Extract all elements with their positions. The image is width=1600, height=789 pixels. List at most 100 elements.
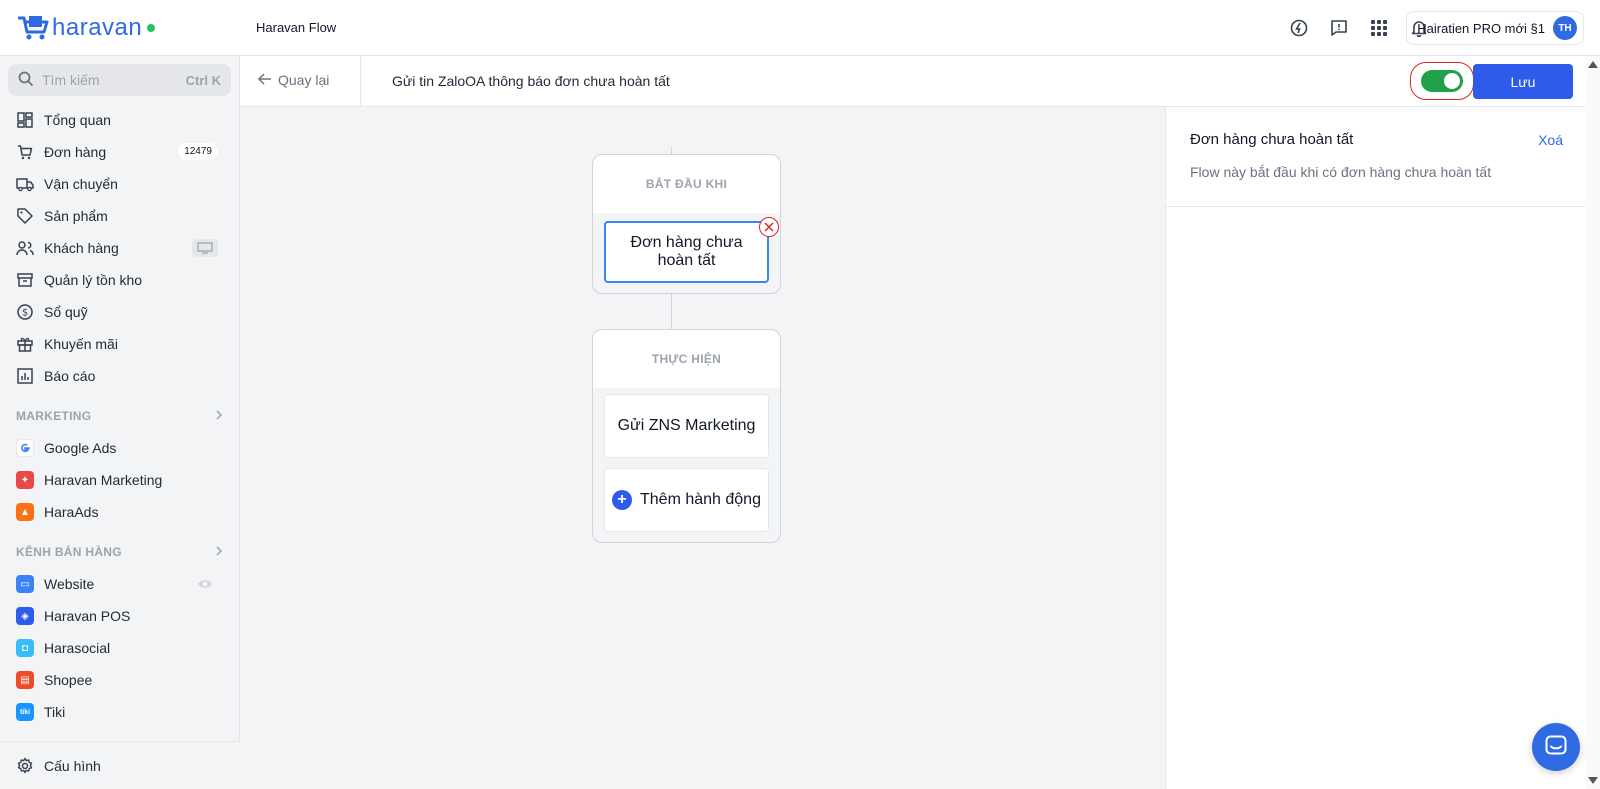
sidebar-item-label: Website — [44, 576, 95, 592]
sidebar-item-website[interactable]: ▭ Website — [0, 568, 240, 600]
shopee-icon: ▤ — [16, 671, 34, 689]
search-placeholder: Tìm kiếm — [42, 72, 100, 88]
header-divider — [360, 56, 361, 107]
sidebar-item-label: Báo cáo — [44, 368, 96, 384]
delete-link[interactable]: Xoá — [1538, 132, 1563, 148]
remove-trigger-close-icon[interactable] — [759, 217, 779, 237]
sidebar-item-label: Shopee — [44, 672, 93, 688]
feedback-icon[interactable] — [1328, 14, 1350, 42]
flow-header: Quay lại Gửi tin ZaloOA thông báo đơn ch… — [240, 56, 1585, 107]
action-card-header: THỰC HIỆN — [593, 330, 780, 388]
cart-icon — [16, 143, 34, 161]
sidebar-item-harasocial[interactable]: ◘ Harasocial — [0, 632, 240, 664]
app-name: Haravan Flow — [256, 20, 337, 35]
trigger-detail-panel: Đơn hàng chưa hoàn tất Xoá Flow này bắt … — [1165, 107, 1585, 789]
plus-icon: + — [612, 490, 632, 510]
haravan-marketing-icon: ✦ — [16, 471, 34, 489]
sidebar-item-label: Quản lý tồn kho — [44, 272, 143, 288]
sidebar-item-cau-hinh[interactable]: Cấu hình — [0, 741, 240, 789]
sidebar-item-label: Haravan POS — [44, 608, 131, 624]
truck-icon — [16, 175, 34, 193]
trigger-card: BẮT ĐẦU KHI Đơn hàng chưa hoàn tất — [592, 154, 781, 294]
trigger-card-header: BẮT ĐẦU KHI — [593, 155, 780, 213]
sidebar: Tìm kiếm Ctrl K Tổng quan Đơn hàng 12479… — [0, 56, 240, 789]
haravan-cart-icon — [16, 14, 50, 42]
google-icon — [16, 439, 34, 457]
dashboard-icon — [16, 111, 34, 129]
sidebar-item-google-ads[interactable]: Google Ads — [0, 432, 240, 464]
save-button[interactable]: Lưu — [1473, 64, 1573, 99]
chevron-right-icon — [214, 409, 224, 423]
toggle-highlight — [1410, 62, 1474, 100]
connector-trigger-action — [671, 294, 672, 330]
sidebar-item-quan-ly-ton-kho[interactable]: Quản lý tồn kho — [0, 264, 240, 296]
trigger-node[interactable]: Đơn hàng chưa hoàn tất — [604, 217, 779, 283]
marketing-section-header[interactable]: MARKETING — [0, 400, 240, 432]
sidebar-item-haravan-marketing[interactable]: ✦ Haravan Marketing — [0, 464, 240, 496]
panel-header: Đơn hàng chưa hoàn tất Xoá Flow này bắt … — [1166, 107, 1585, 207]
scroll-down-icon[interactable] — [1588, 777, 1598, 784]
sidebar-item-so-quy[interactable]: $ Sổ quỹ — [0, 296, 240, 328]
page-scrollbar[interactable] — [1585, 56, 1600, 789]
sidebar-item-shopee[interactable]: ▤ Shopee — [0, 664, 240, 696]
search-input[interactable]: Tìm kiếm Ctrl K — [8, 64, 231, 96]
sales-channels-section-header[interactable]: KÊNH BÁN HÀNG — [0, 536, 240, 568]
back-button[interactable]: Quay lại — [257, 72, 329, 88]
sidebar-item-don-hang[interactable]: Đơn hàng 12479 — [0, 136, 240, 168]
sidebar-item-label: Tổng quan — [44, 112, 111, 128]
sidebar-item-bao-cao[interactable]: Báo cáo — [0, 360, 240, 392]
tag-icon — [16, 207, 34, 225]
flow-active-toggle[interactable] — [1421, 70, 1463, 92]
panel-description: Flow này bắt đầu khi có đơn hàng chưa ho… — [1190, 164, 1492, 180]
trigger-node-label: Đơn hàng chưa hoàn tất — [630, 234, 743, 269]
haraads-icon: ▲ — [16, 503, 34, 521]
apps-grid-icon[interactable] — [1368, 14, 1390, 42]
users-icon — [16, 239, 34, 257]
search-shortcut: Ctrl K — [185, 72, 221, 88]
action-node-zns[interactable]: Gửi ZNS Marketing — [604, 394, 769, 458]
support-icon[interactable] — [1288, 14, 1310, 42]
sidebar-item-tiki[interactable]: tiki Tiki — [0, 696, 240, 728]
customer-screen-icon[interactable] — [192, 239, 218, 257]
action-card: THỰC HIỆN Gửi ZNS Marketing + Thêm hành … — [592, 329, 781, 543]
sidebar-item-haraads[interactable]: ▲ HaraAds — [0, 496, 240, 528]
sidebar-nav: Tổng quan Đơn hàng 12479 Vận chuyển Sản … — [0, 104, 240, 728]
sidebar-item-label: Khách hàng — [44, 240, 119, 256]
flow-canvas: BẮT ĐẦU KHI Đơn hàng chưa hoàn tất THỰC … — [240, 107, 1165, 789]
chat-support-button[interactable] — [1532, 723, 1580, 771]
chat-icon — [1545, 735, 1567, 760]
account-menu[interactable]: Hairatien PRO mới §1 TH — [1406, 11, 1584, 45]
flow-title: Gửi tin ZaloOA thông báo đơn chưa hoàn t… — [392, 73, 670, 89]
eye-icon[interactable] — [192, 575, 218, 593]
sidebar-item-khuyen-mai[interactable]: Khuyến mãi — [0, 328, 240, 360]
sidebar-item-khach-hang[interactable]: Khách hàng — [0, 232, 240, 264]
svg-text:$: $ — [22, 308, 28, 319]
sidebar-item-label: Đơn hàng — [44, 144, 107, 160]
chevron-right-icon — [214, 545, 224, 559]
sidebar-item-label: Vận chuyển — [44, 176, 118, 192]
sidebar-item-label: Tiki — [44, 704, 66, 720]
sidebar-item-van-chuyen[interactable]: Vận chuyển — [0, 168, 240, 200]
sidebar-item-label: Harasocial — [44, 640, 111, 656]
scroll-up-icon[interactable] — [1588, 61, 1598, 68]
action-node-label: Gửi ZNS Marketing — [617, 417, 756, 434]
order-count-badge: 12479 — [178, 143, 218, 160]
search-icon — [18, 71, 34, 90]
sidebar-item-tong-quan[interactable]: Tổng quan — [0, 104, 240, 136]
harasocial-icon: ◘ — [16, 639, 34, 657]
dollar-icon: $ — [16, 303, 34, 321]
avatar: TH — [1553, 16, 1577, 40]
sidebar-item-label: Haravan Marketing — [44, 472, 163, 488]
sidebar-item-label: Google Ads — [44, 440, 117, 456]
sidebar-item-label: Sổ quỹ — [44, 304, 88, 320]
haravan-logo[interactable]: haravan — [16, 12, 156, 44]
arrow-left-icon — [257, 72, 272, 88]
add-action-button[interactable]: + Thêm hành động — [604, 468, 769, 532]
sidebar-item-san-pham[interactable]: Sản phẩm — [0, 200, 240, 232]
sidebar-item-haravan-pos[interactable]: ◈ Haravan POS — [0, 600, 240, 632]
logo-text: haravan — [52, 14, 143, 41]
panel-title: Đơn hàng chưa hoàn tất — [1190, 131, 1354, 148]
report-icon — [16, 367, 34, 385]
archive-icon — [16, 271, 34, 289]
marketing-title: MARKETING — [16, 409, 92, 423]
